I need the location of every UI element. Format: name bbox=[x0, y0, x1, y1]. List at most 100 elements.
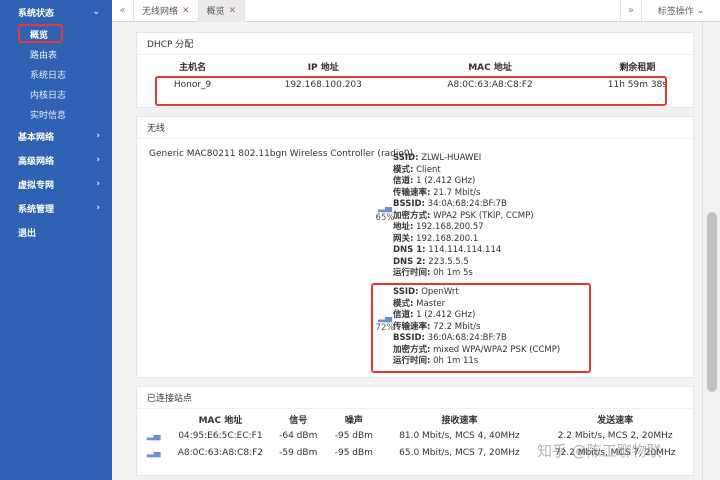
net1-uptime-key: 运行时间: bbox=[393, 268, 431, 278]
signal-strength-1: ▂▄ 65% bbox=[375, 203, 395, 223]
nav-vpn[interactable]: 虚拟专网 › bbox=[0, 172, 112, 196]
nav-basic-network-label: 基本网络 bbox=[18, 132, 55, 143]
col-rx: 接收速率 bbox=[441, 415, 478, 426]
signal-icon: ▂▄ bbox=[146, 447, 161, 458]
dhcp-panel: DHCP 分配 主机名 IP 地址 MAC 地址 剩余租期 Honor_9 19… bbox=[136, 32, 694, 108]
close-icon[interactable]: ✕ bbox=[229, 6, 237, 16]
nav-system-admin-label: 系统管理 bbox=[18, 204, 55, 215]
nav-system-admin[interactable]: 系统管理 › bbox=[0, 196, 112, 220]
tab-scroll-right-button[interactable]: » bbox=[620, 0, 642, 22]
tab-operations-label: 标签操作 bbox=[657, 7, 694, 17]
net1-uptime-value: 0h 1m 5s bbox=[433, 268, 473, 278]
stations-title: 已连接站点 bbox=[137, 387, 693, 409]
net1-dns2: DNS 2: 223.5.5.5 bbox=[393, 257, 613, 269]
net1-mode-value: Client bbox=[416, 164, 441, 175]
net1-ssid: SSID: ZLWL-HUAWEI bbox=[393, 153, 613, 165]
net1-mode: 模式: Client bbox=[393, 165, 613, 177]
net1-ssid-key: SSID: bbox=[393, 153, 419, 163]
station-mac: 04:95:E6:5C:EC:F1 bbox=[178, 430, 263, 441]
watermark: 知乎 @陈工聊物联 bbox=[537, 442, 662, 460]
net1-mode-key: 模式: bbox=[393, 164, 414, 175]
vertical-scrollbar[interactable] bbox=[702, 22, 720, 480]
nav-system-status-label: 系统状态 bbox=[18, 8, 55, 19]
scrollbar-thumb[interactable] bbox=[707, 212, 717, 392]
overview-highlight-box bbox=[18, 24, 63, 43]
station-rx: 81.0 Mbit/s, MCS 4, 40MHz bbox=[399, 430, 520, 441]
net1-channel-value: 1 (2.412 GHz) bbox=[416, 176, 476, 186]
net1-address-value: 192.168.200.57 bbox=[416, 222, 484, 232]
col-hostname: 主机名 bbox=[179, 62, 207, 73]
nav-system-status[interactable]: 系统状态 ⌄ bbox=[0, 0, 112, 24]
sidebar: 系统状态 ⌄ 概览 路由表 系统日志 内核日志 实时信息 基本网络 › 高级网络… bbox=[0, 0, 112, 480]
net1-gateway-key: 网关: bbox=[393, 233, 414, 244]
col-noise: 噪声 bbox=[344, 415, 363, 426]
tab-scroll-left-button[interactable]: « bbox=[112, 0, 134, 22]
nav-kernel-log[interactable]: 内核日志 bbox=[0, 84, 112, 104]
chevron-right-icon: › bbox=[96, 203, 100, 213]
net1-ssid-value: ZLWL-HUAWEI bbox=[421, 153, 482, 163]
network-info-1: SSID: ZLWL-HUAWEI 模式: Client 信道: 1 (2.41… bbox=[393, 153, 613, 280]
col-mac: MAC 地址 bbox=[198, 415, 243, 426]
nav-route-table-label: 路由表 bbox=[30, 50, 58, 61]
col-signal: 信号 bbox=[289, 415, 308, 426]
tab-wireless-network-label: 无线网络 bbox=[142, 7, 179, 17]
dhcp-title: DHCP 分配 bbox=[137, 33, 693, 55]
net1-dns1-key: DNS 1: bbox=[393, 245, 426, 255]
nav-route-table[interactable]: 路由表 bbox=[0, 44, 112, 64]
station-noise: -95 dBm bbox=[334, 447, 373, 458]
table-header-row: 主机名 IP 地址 MAC 地址 剩余租期 bbox=[137, 58, 693, 74]
network2-highlight-box bbox=[371, 283, 591, 373]
col-tx: 发送速率 bbox=[597, 415, 634, 426]
nav-realtime-info-label: 实时信息 bbox=[30, 110, 67, 121]
close-icon[interactable]: ✕ bbox=[182, 6, 190, 16]
signal-icon: ▂▄ bbox=[378, 203, 392, 213]
nav-advanced-network[interactable]: 高级网络 › bbox=[0, 148, 112, 172]
nav-realtime-info[interactable]: 实时信息 bbox=[0, 104, 112, 124]
nav-advanced-network-label: 高级网络 bbox=[18, 156, 55, 167]
net1-encryption: 加密方式: WPA2 PSK (TKIP, CCMP) bbox=[393, 211, 613, 223]
nav-vpn-label: 虚拟专网 bbox=[18, 180, 55, 191]
table-header-row: MAC 地址 信号 噪声 接收速率 发送速率 bbox=[137, 411, 693, 427]
tab-overview-label: 概览 bbox=[206, 7, 225, 17]
net1-channel: 信道: 1 (2.412 GHz) bbox=[393, 176, 613, 188]
net1-bssid: BSSID: 34:0A:68:24:BF:7B bbox=[393, 199, 613, 211]
net1-dns2-value: 223.5.5.5 bbox=[428, 256, 469, 267]
net1-dns1-value: 114.114.114.114 bbox=[428, 245, 502, 255]
nav-kernel-log-label: 内核日志 bbox=[30, 90, 67, 101]
net1-uptime: 运行时间: 0h 1m 5s bbox=[393, 268, 613, 280]
nav-system-log-label: 系统日志 bbox=[30, 70, 67, 81]
double-left-icon: « bbox=[119, 5, 126, 16]
station-noise: -95 dBm bbox=[334, 430, 373, 441]
wireless-title: 无线 bbox=[137, 117, 693, 139]
chevron-down-icon: ⌄ bbox=[696, 5, 705, 16]
col-ip: IP 地址 bbox=[307, 62, 339, 73]
net1-rate-key: 传输速率: bbox=[393, 187, 431, 198]
nav-logout-label: 退出 bbox=[18, 228, 37, 239]
tab-bar: « 无线网络 ✕ 概览 ✕ » 标签操作 ⌄ bbox=[112, 0, 720, 22]
net1-address: 地址: 192.168.200.57 bbox=[393, 222, 613, 234]
net1-bssid-key: BSSID: bbox=[393, 199, 425, 209]
main-content: DHCP 分配 主机名 IP 地址 MAC 地址 剩余租期 Honor_9 19… bbox=[136, 32, 694, 480]
nav-logout[interactable]: 退出 bbox=[0, 220, 112, 244]
station-mac: A8:0C:63:A8:C8:F2 bbox=[177, 447, 264, 458]
double-right-icon: » bbox=[627, 5, 635, 16]
tab-wireless-network[interactable]: 无线网络 ✕ bbox=[134, 0, 199, 22]
net1-address-key: 地址: bbox=[393, 222, 414, 232]
wireless-panel: 无线 Generic MAC80211 802.11bgn Wireless C… bbox=[136, 116, 694, 378]
net1-rate-value: 21.7 Mbit/s bbox=[433, 187, 481, 198]
station-signal: -64 dBm bbox=[279, 430, 318, 441]
station-rx: 65.0 Mbit/s, MCS 7, 20MHz bbox=[399, 447, 520, 458]
net1-gateway: 网关: 192.168.200.1 bbox=[393, 234, 613, 246]
signal-icon: ▂▄ bbox=[146, 430, 161, 441]
dhcp-highlight-box bbox=[155, 76, 667, 106]
net1-channel-key: 信道: bbox=[393, 176, 414, 186]
nav-system-log[interactable]: 系统日志 bbox=[0, 64, 112, 84]
col-lease: 剩余租期 bbox=[619, 62, 656, 73]
nav-basic-network[interactable]: 基本网络 › bbox=[0, 124, 112, 148]
tab-operations-dropdown[interactable]: 标签操作 ⌄ bbox=[642, 0, 720, 22]
col-mac: MAC 地址 bbox=[468, 62, 512, 73]
tab-overview[interactable]: 概览 ✕ bbox=[198, 0, 246, 22]
net1-encryption-key: 加密方式: bbox=[393, 210, 431, 221]
wireless-controller-name: Generic MAC80211 802.11bgn Wireless Cont… bbox=[149, 149, 414, 159]
net1-dns1: DNS 1: 114.114.114.114 bbox=[393, 245, 613, 257]
